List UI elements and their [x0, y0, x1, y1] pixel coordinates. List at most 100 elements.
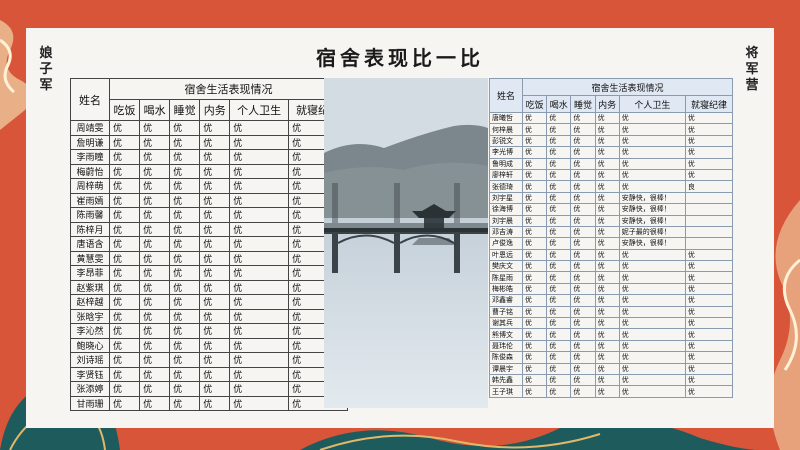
rating-cell: 优	[169, 381, 201, 397]
rating-cell: 优	[594, 157, 620, 170]
student-name: 邓鑫睿	[489, 294, 523, 307]
rating-cell: 优	[546, 123, 572, 136]
column-header: 内务	[199, 99, 231, 121]
table-row: 聂玮伦优优优优优优	[489, 339, 734, 353]
rating-cell: 优	[570, 373, 596, 387]
rating-cell: 优	[594, 237, 620, 250]
rating-cell: 优	[546, 294, 572, 307]
rating-cell: 优	[169, 352, 201, 368]
rating-cell: 优	[546, 134, 572, 148]
column-header: 吃饭	[521, 95, 548, 113]
rating-cell: 优	[594, 305, 620, 319]
student-name: 徐海博	[489, 203, 523, 216]
rating-cell: 优	[570, 248, 596, 262]
rating-cell: 优	[169, 265, 201, 281]
rating-cell: 优	[199, 366, 231, 382]
rating-cell: 优	[108, 236, 141, 252]
rating-cell: 优	[594, 317, 620, 330]
table-row: 甘雨珊优优优优优优	[70, 395, 348, 411]
table-row: 廖梓轩优优优优优优	[489, 168, 734, 182]
student-name: 彭锐文	[489, 134, 523, 148]
rating-cell: 优	[199, 323, 231, 339]
rating-cell: 优	[521, 225, 548, 239]
rating-cell: 优	[139, 308, 171, 324]
rating-cell: 安静快，很棒！	[618, 203, 686, 216]
rating-cell: 优	[169, 236, 201, 252]
student-name: 叶恩远	[489, 248, 523, 262]
table-row: 梅蔚怡优优优优优优	[70, 163, 348, 179]
rating-cell: 优	[229, 395, 290, 411]
rating-cell: 优	[139, 366, 171, 382]
left-performance-table: 姓名 宿舍生活表现情况 吃饭 喝水 睡觉 内务 个人卫生 就寝纪律 周靖雯优优优优优优詹明…	[70, 78, 348, 411]
rating-cell: 优	[594, 328, 620, 341]
student-name: 周梓萌	[70, 178, 110, 194]
rating-cell: 优	[570, 157, 596, 170]
rating-cell: 优	[684, 248, 734, 262]
rating-cell: 优	[618, 271, 686, 284]
rating-cell: 优	[684, 362, 734, 376]
rating-cell: 优	[169, 134, 201, 150]
table-row: 彭锐文优优优优优优	[489, 134, 734, 148]
rating-cell: 优	[570, 237, 596, 250]
name-header: 姓名	[489, 78, 523, 113]
rating-cell: 优	[521, 111, 548, 125]
rating-cell: 优	[229, 163, 290, 179]
student-name: 刘宇晨	[489, 214, 523, 227]
student-name: 陈星雨	[489, 271, 523, 284]
student-name: 陈雨馨	[70, 207, 110, 223]
table-row: 李贤钰优优优优优优	[70, 366, 348, 382]
table-row: 刘宇星优优优优安静快，很棒！	[489, 191, 734, 205]
rating-cell: 优	[199, 221, 231, 237]
student-name: 卢俊逸	[489, 237, 523, 250]
rating-cell: 优	[229, 250, 290, 266]
table-row: 叶恩远优优优优优优	[489, 248, 734, 262]
rating-cell: 优	[139, 381, 171, 397]
rating-cell: 优	[546, 111, 572, 125]
rating-cell: 优	[521, 191, 548, 205]
rating-cell: 优	[684, 123, 734, 136]
rating-cell: 优	[684, 157, 734, 170]
rating-cell: 妮子最的很棒！	[618, 225, 686, 239]
rating-cell: 优	[594, 373, 620, 387]
student-name: 陈俊森	[489, 351, 523, 364]
rating-cell: 优	[618, 111, 686, 125]
rating-cell: 优	[229, 323, 290, 339]
rating-cell: 良	[684, 180, 734, 193]
column-header: 内务	[594, 95, 620, 113]
rating-cell: 优	[618, 385, 686, 398]
rating-cell: 优	[546, 191, 572, 205]
table-row: 詹明谦优优优优优优	[70, 134, 348, 150]
table-row: 何梓晨优优优优优优	[489, 123, 734, 136]
rating-cell: 优	[229, 308, 290, 324]
rating-cell: 优	[546, 248, 572, 262]
table-row: 鲍晓心优优优优优优	[70, 337, 348, 353]
student-name: 聂玮伦	[489, 339, 523, 353]
rating-cell: 优	[546, 237, 572, 250]
student-name: 李贤钰	[70, 366, 110, 382]
rating-cell: 优	[546, 180, 572, 193]
rating-cell: 优	[139, 395, 171, 411]
rating-cell: 优	[618, 362, 686, 376]
rating-cell: 优	[521, 180, 548, 193]
rating-cell: 优	[521, 294, 548, 307]
rating-cell: 优	[546, 157, 572, 170]
rating-cell: 优	[594, 385, 620, 398]
student-name: 赵紫琪	[70, 279, 110, 295]
rating-cell: 优	[108, 323, 141, 339]
table-row: 邓吉涛优优优优妮子最的很棒！	[489, 225, 734, 239]
rating-cell: 优	[570, 146, 596, 159]
left-group-label: 娘子军	[39, 46, 53, 93]
rating-cell: 安静快，很棒！	[618, 214, 686, 227]
rating-cell: 优	[684, 373, 734, 387]
rating-cell: 优	[684, 111, 734, 125]
rating-cell: 优	[570, 317, 596, 330]
rating-cell: 优	[199, 163, 231, 179]
rating-cell: 优	[521, 373, 548, 387]
rating-cell: 优	[139, 149, 171, 165]
rating-cell: 优	[521, 339, 548, 353]
rating-cell: 优	[594, 168, 620, 182]
rating-cell: 优	[108, 134, 141, 150]
rating-cell: 优	[546, 385, 572, 398]
rating-cell: 优	[199, 337, 231, 353]
student-name: 李雨瞳	[70, 149, 110, 165]
